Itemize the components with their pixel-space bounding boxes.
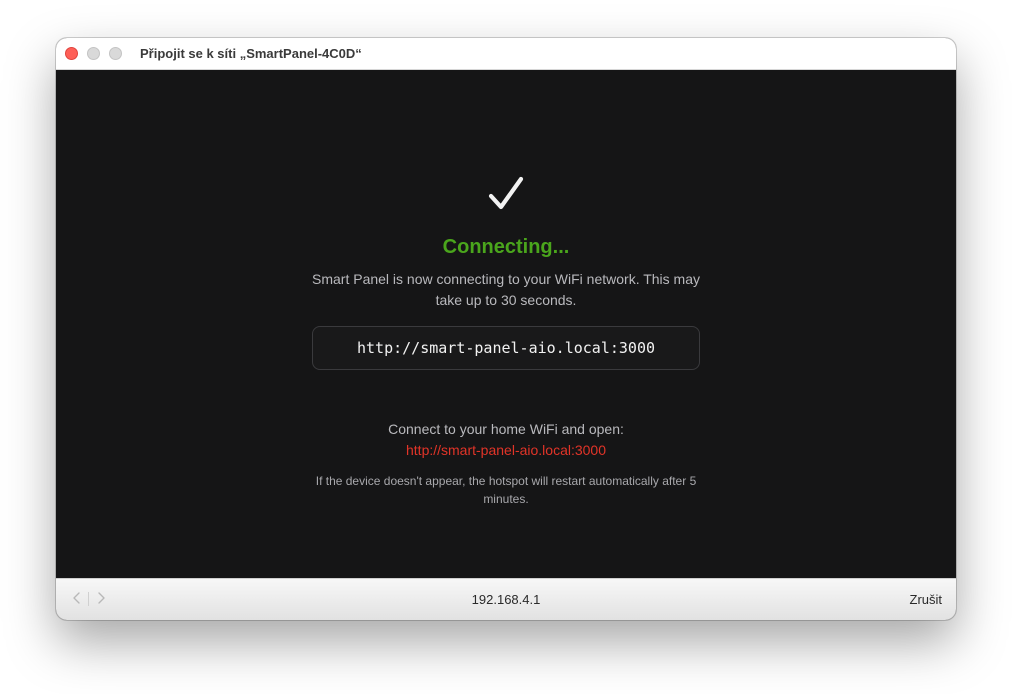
bottom-bar: 192.168.4.1 Zrušit <box>56 578 956 620</box>
device-url-text: http://smart-panel-aio.local:3000 <box>356 339 655 357</box>
status-title: Connecting... <box>442 236 570 258</box>
portal-content: Connecting... Smart Panel is now connect… <box>56 70 956 578</box>
title-bar: Připojit se k síti „SmartPanel-4C0D“ <box>56 38 956 70</box>
device-url-box: http://smart-panel-aio.local:3000 <box>312 326 700 370</box>
minimize-window-button <box>87 47 100 60</box>
zoom-window-button <box>109 47 122 60</box>
window-title: Připojit se k síti „SmartPanel-4C0D“ <box>140 46 362 61</box>
cancel-button[interactable]: Zrušit <box>910 592 943 607</box>
restart-note: If the device doesn't appear, the hotspo… <box>315 474 697 506</box>
device-url-link[interactable]: http://smart-panel-aio.local:3000 <box>56 442 956 458</box>
connect-instructions: Connect to your home WiFi and open: <box>388 421 624 437</box>
address-label: 192.168.4.1 <box>471 592 541 607</box>
checkmark-icon <box>488 176 524 210</box>
close-window-button[interactable] <box>65 47 78 60</box>
status-message: Smart Panel is now connecting to your Wi… <box>312 271 701 308</box>
captive-portal-window: Připojit se k síti „SmartPanel-4C0D“ Con… <box>56 38 956 620</box>
